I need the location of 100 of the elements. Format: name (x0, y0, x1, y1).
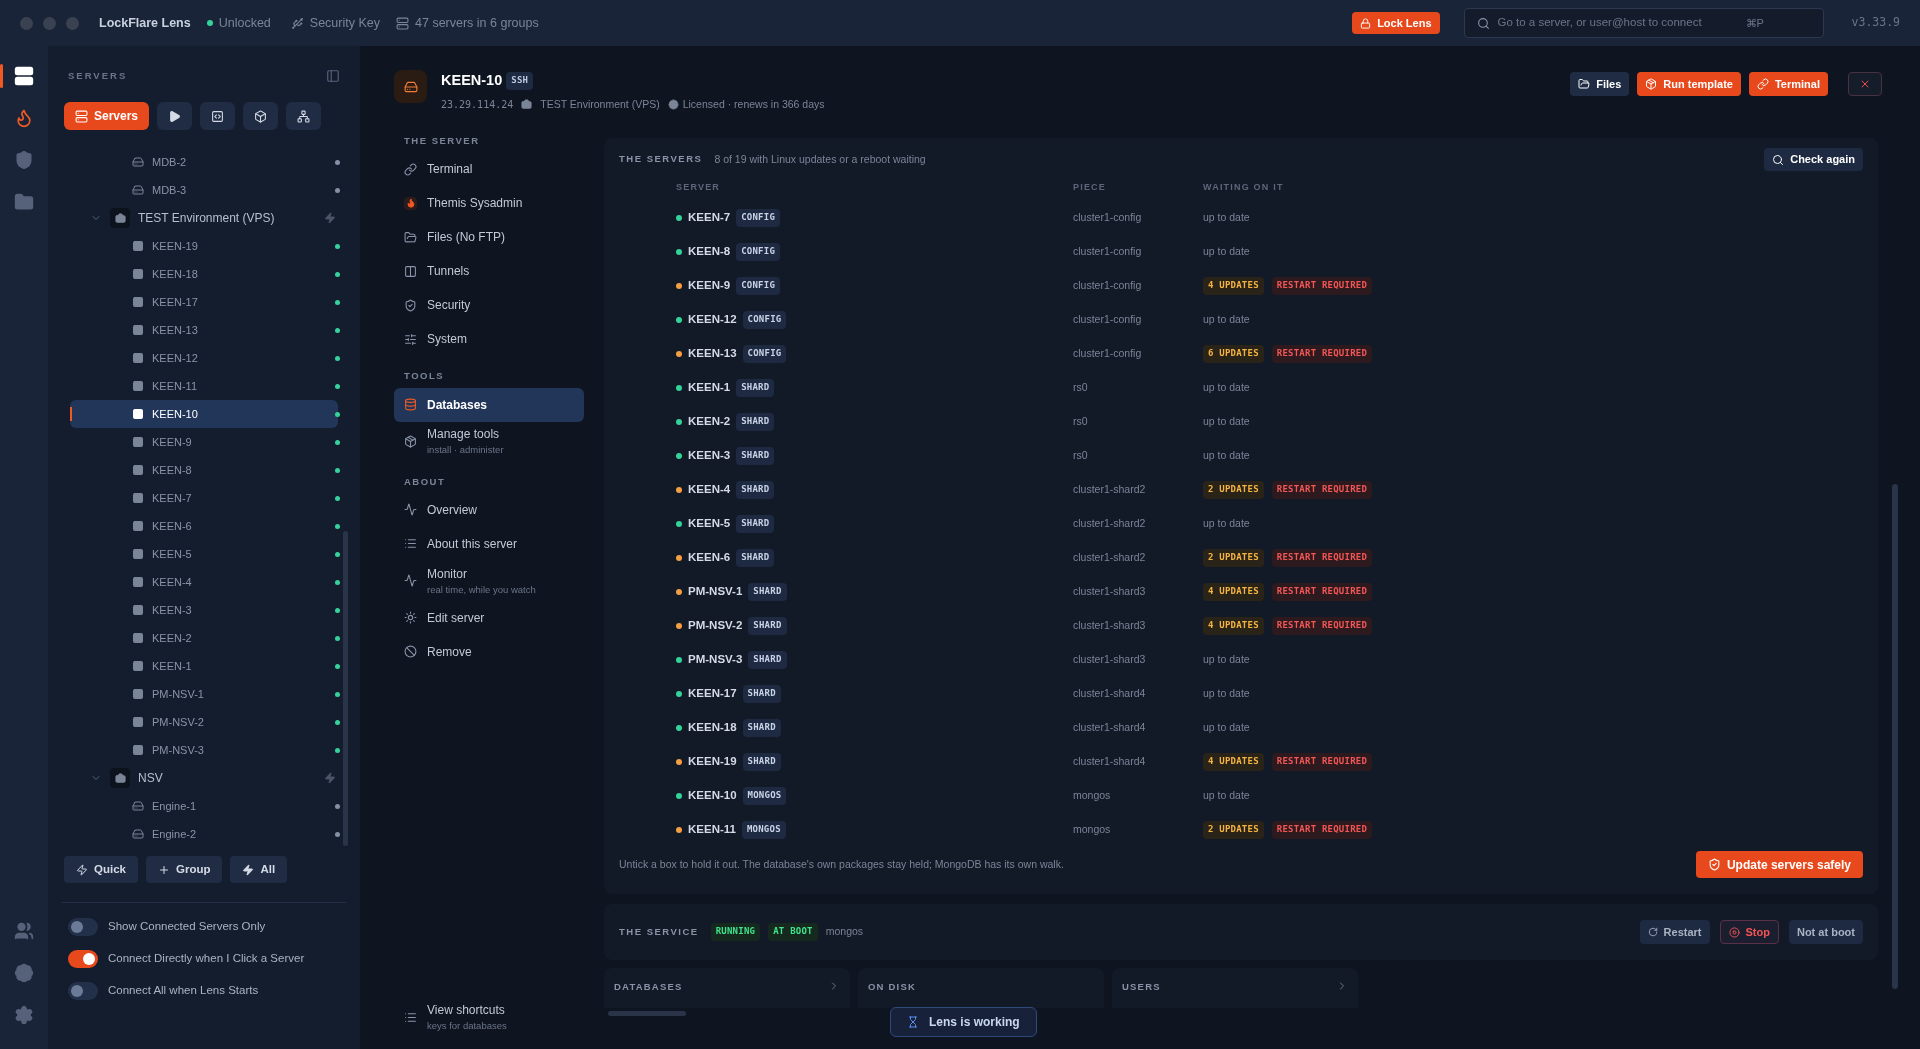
server-name: KEEN-19 (152, 238, 198, 254)
server-item[interactable]: KEEN-17 (70, 288, 338, 316)
toggle-switch[interactable] (68, 981, 98, 1000)
nav-item[interactable]: Overview (394, 492, 584, 527)
nav-item[interactable]: Security (394, 288, 584, 323)
server-item[interactable]: KEEN-2 (70, 624, 338, 652)
server-item[interactable]: KEEN-4 (70, 568, 338, 596)
check-again-button[interactable]: Check again (1764, 148, 1863, 171)
nav-item[interactable]: Databases (394, 387, 584, 422)
server-item[interactable]: KEEN-11 (70, 372, 338, 400)
flame-icon[interactable] (14, 108, 34, 128)
nav-item[interactable]: System (394, 322, 584, 357)
group-row[interactable]: NSV (48, 764, 360, 792)
role-tag: SHARD (748, 651, 787, 669)
updates-tag: 6 UPDATES (1203, 345, 1264, 363)
window-control[interactable] (20, 16, 33, 30)
toggle-switch[interactable] (68, 917, 98, 936)
nav-item[interactable]: Tunnels (394, 254, 584, 289)
server-item[interactable]: PM-NSV-2 (70, 708, 338, 736)
update-servers-button[interactable]: Update servers safely (1695, 851, 1863, 878)
close-icon (1859, 78, 1871, 90)
close-button[interactable] (1848, 72, 1882, 96)
stat-card[interactable]: DATABASES (604, 968, 850, 1008)
server-item[interactable]: KEEN-12 (70, 344, 338, 372)
network-tab[interactable] (286, 102, 322, 130)
quick-button[interactable]: Quick (64, 856, 138, 883)
server-item[interactable]: KEEN-18 (70, 260, 338, 288)
files-button[interactable]: Files (1570, 72, 1630, 96)
nav-item[interactable]: Monitor real time, while you watch (394, 560, 584, 601)
server-item[interactable]: KEEN-9 (70, 428, 338, 456)
stat-card[interactable]: USERS (1112, 968, 1358, 1008)
server-item[interactable]: PM-NSV-3 (70, 736, 338, 764)
nav-item[interactable]: About this server (394, 526, 584, 561)
window-control[interactable] (66, 16, 79, 30)
group-row[interactable]: TEST Environment (VPS) (48, 204, 360, 232)
server-icon (394, 70, 427, 103)
table-cell: up to date (1203, 380, 1250, 396)
all-button[interactable]: All (230, 856, 288, 883)
template-button[interactable]: Run template (1637, 72, 1741, 96)
terminal-icon (132, 324, 144, 336)
nav-item[interactable]: Edit server (394, 600, 584, 635)
folder-icon[interactable] (14, 192, 34, 212)
window-control[interactable] (43, 16, 56, 30)
role-tag: SHARD (742, 719, 781, 737)
people-icon[interactable] (14, 921, 34, 941)
server-item[interactable]: PM-NSV-1 (70, 680, 338, 708)
stop-button[interactable]: Stop (1719, 920, 1779, 944)
nav-item[interactable]: Files (No FTP) (394, 220, 584, 255)
group-button[interactable]: Group (145, 856, 223, 883)
group-label: TEST Environment (VPS) (540, 96, 660, 112)
server-item[interactable]: MDB-2 (70, 148, 338, 176)
boot-button[interactable]: Not at boot (1788, 920, 1863, 944)
server-item[interactable]: KEEN-8 (70, 456, 338, 484)
terminal-button[interactable]: Terminal (1748, 72, 1828, 96)
server-item[interactable]: KEEN-13 (70, 316, 338, 344)
server-item[interactable]: KEEN-10 (70, 400, 338, 428)
server-name: KEEN-12 (688, 312, 737, 328)
scrollbar[interactable] (1892, 484, 1898, 989)
restart-button[interactable]: Restart (1639, 920, 1710, 944)
code-tab[interactable] (200, 102, 236, 130)
scrollbar[interactable] (343, 531, 348, 846)
package-tab[interactable] (243, 102, 279, 130)
service-name: mongos (825, 924, 864, 940)
version-label: v3.33.9 (1851, 14, 1900, 32)
terminal-icon (132, 632, 144, 644)
lightning-icon (242, 863, 255, 876)
updates-tag: 4 UPDATES (1203, 753, 1264, 771)
server-item[interactable]: MDB-3 (70, 176, 338, 204)
nav-item[interactable]: Themis Sysadmin (394, 186, 584, 221)
server-item[interactable]: KEEN-19 (70, 232, 338, 260)
servers-icon[interactable] (14, 66, 34, 86)
server-name: KEEN-6 (152, 518, 192, 534)
lock-button[interactable]: Lock Lens (1352, 12, 1440, 34)
toggle-switch[interactable] (68, 949, 98, 968)
server-name: KEEN-8 (152, 462, 192, 478)
nav-item[interactable]: View shortcuts keys for databases (394, 997, 584, 1037)
server-item[interactable]: KEEN-5 (70, 540, 338, 568)
server-item[interactable]: KEEN-3 (70, 596, 338, 624)
server-name: KEEN-10 (688, 788, 737, 804)
server-item[interactable]: KEEN-1 (70, 652, 338, 680)
servers-icon (396, 16, 409, 30)
nav-item[interactable]: Terminal (394, 152, 584, 187)
play-tab[interactable] (157, 102, 193, 130)
package-icon (254, 109, 268, 123)
stat-card[interactable]: ON DISK (858, 968, 1104, 1008)
stop-icon (1728, 926, 1740, 938)
search-field[interactable]: Go to a server, or user@host to connect ⌘P (1463, 8, 1824, 38)
panel-toggle-icon[interactable] (326, 69, 340, 83)
shield-icon[interactable] (14, 150, 34, 170)
server-item[interactable]: KEEN-7 (70, 484, 338, 512)
server-item[interactable]: Engine-2 (70, 820, 338, 848)
servers-tab[interactable]: Servers (64, 102, 150, 130)
server-item[interactable]: KEEN-6 (70, 512, 338, 540)
search-input[interactable]: Go to a server, or user@host to connect (1497, 14, 1738, 32)
nav-item[interactable]: Remove (394, 634, 584, 669)
server-name: KEEN-9 (152, 434, 192, 450)
scrollbar[interactable] (608, 1011, 686, 1016)
server-item[interactable]: Engine-1 (70, 792, 338, 820)
nav-label: Remove (427, 643, 472, 661)
nav-item[interactable]: Manage tools install · administer (394, 421, 584, 462)
